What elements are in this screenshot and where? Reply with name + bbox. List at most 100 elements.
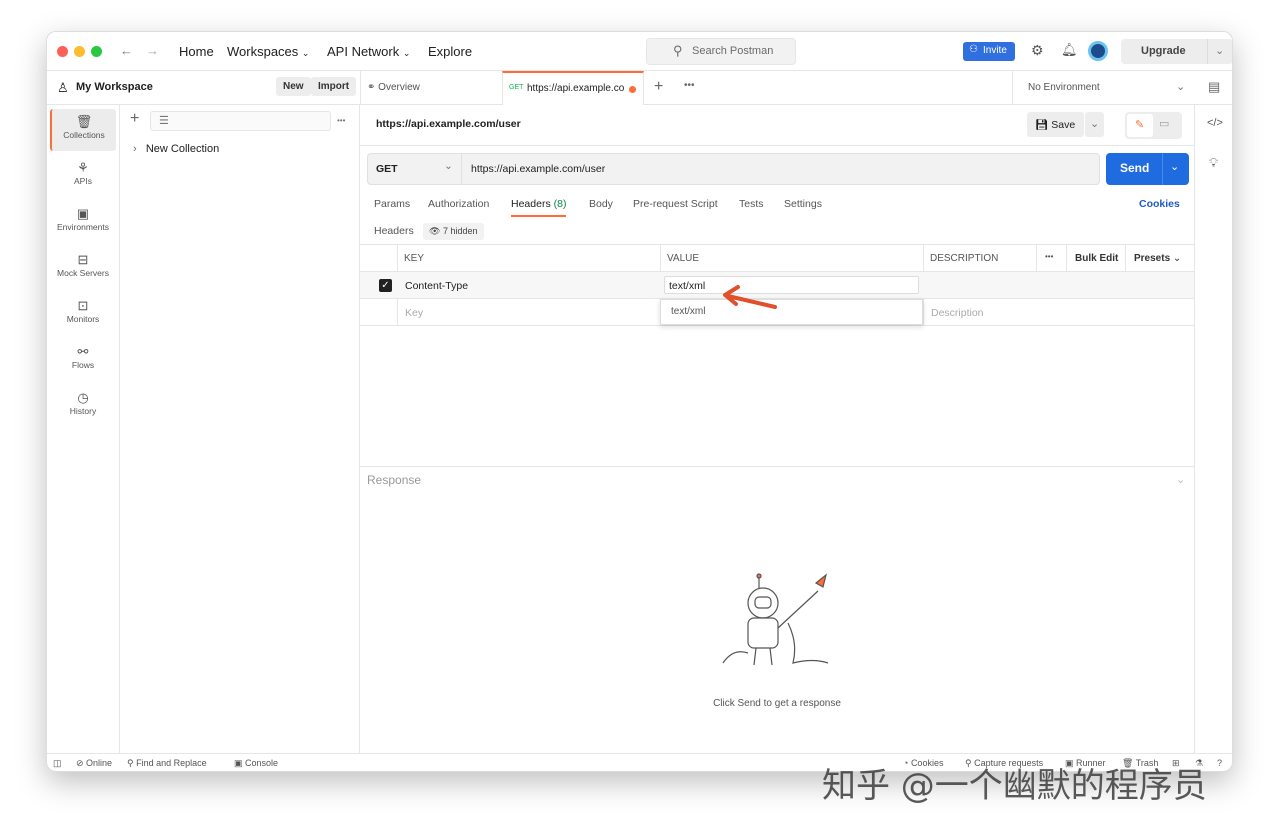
headers-count-badge: (8) — [553, 198, 567, 210]
gear-icon[interactable]: ⚙ — [1031, 42, 1044, 59]
invite-button[interactable]: ⚇ Invite — [963, 42, 1015, 61]
header-value-input[interactable]: text/xml — [664, 276, 919, 294]
sidebar-item-mock-servers[interactable]: ⊟ Mock Servers — [50, 247, 116, 289]
history-icon: ◷ — [77, 390, 89, 405]
response-hint: Click Send to get a response — [713, 698, 841, 709]
save-dropdown-chevron-icon[interactable]: ⌄ — [1085, 112, 1104, 137]
request-title[interactable]: https://api.example.com/user — [376, 118, 521, 130]
presets-dropdown[interactable]: Presets ⌄ — [1134, 253, 1181, 264]
key-input[interactable]: Key — [405, 307, 423, 319]
help-icon[interactable]: ? — [1217, 758, 1222, 768]
environment-icon: ▣ — [76, 206, 90, 221]
sidebar-item-label: Flows — [71, 360, 95, 370]
apis-icon: ⚘ — [77, 160, 89, 175]
toggle-sidebar-icon[interactable]: ◫ — [53, 758, 62, 769]
nav-workspaces-label: Workspaces — [227, 44, 299, 59]
url-input[interactable]: https://api.example.com/user — [471, 163, 605, 175]
sidebar-item-monitors[interactable]: ⊡ Monitors — [50, 293, 116, 335]
nav-workspaces[interactable]: Workspaces ⌄ — [227, 44, 309, 59]
annotation-arrow-icon — [723, 285, 777, 309]
collection-item[interactable]: › New Collection — [133, 143, 219, 155]
hidden-headers-toggle[interactable]: 👁︎ 7 hidden — [423, 223, 484, 240]
pencil-icon[interactable]: ✎ — [1127, 114, 1153, 137]
workspace-name[interactable]: My Workspace — [76, 81, 153, 93]
maximize-window-button[interactable] — [91, 46, 102, 57]
sidebar-item-label: APIs — [74, 176, 92, 186]
tab-overview-label: Overview — [378, 82, 420, 93]
console-button[interactable]: ▣ Console — [234, 758, 278, 769]
environment-quicklook-icon[interactable]: ▤ — [1208, 79, 1220, 95]
tab-request[interactable]: GET https://api.example.cor — [502, 71, 644, 105]
save-button[interactable]: 💾︎ Save — [1027, 112, 1084, 137]
flows-icon: ⚯ — [77, 344, 89, 359]
nav-explore[interactable]: Explore — [428, 44, 472, 59]
send-label: Send — [1120, 161, 1150, 175]
send-button[interactable]: Send ⌄ — [1106, 153, 1189, 185]
avatar[interactable] — [1088, 41, 1108, 61]
chevron-down-icon[interactable]: ⌄ — [1176, 80, 1185, 93]
tab-headers[interactable]: Headers (8) — [511, 198, 567, 217]
bell-icon[interactable]: 🔔︎ — [1061, 42, 1078, 58]
import-button[interactable]: Import — [311, 77, 357, 96]
minimize-window-button[interactable] — [74, 46, 85, 57]
chevron-down-icon[interactable]: ⌄ — [1215, 44, 1224, 57]
environment-select[interactable]: No Environment — [1028, 82, 1100, 93]
sidebar-item-flows[interactable]: ⚯ Flows — [50, 339, 116, 381]
nav-api-network[interactable]: API Network ⌄ — [327, 44, 410, 59]
chevron-down-icon: ⌄ — [1172, 253, 1182, 264]
overview-icon: ⚭ — [367, 82, 376, 93]
sidebar-item-collections[interactable]: 🗑︎ Collections — [50, 109, 116, 151]
response-label[interactable]: Response — [367, 473, 421, 487]
sidebar-item-label: Environments — [57, 222, 109, 232]
collections-panel: + ☰ ••• › New Collection — [120, 105, 360, 753]
autocomplete-option[interactable]: text/xml — [671, 306, 705, 317]
search-icon: ⚲ — [673, 43, 683, 58]
method-select[interactable]: GET ⌄ — [368, 154, 462, 184]
astronaut-illustration-icon — [722, 573, 829, 666]
tab-overview[interactable]: ⚭ Overview — [367, 82, 420, 93]
lightbulb-icon[interactable]: 💡︎ — [1209, 155, 1218, 171]
tab-pre-request-script[interactable]: Pre-request Script — [633, 198, 718, 210]
code-icon[interactable]: </> — [1207, 117, 1223, 129]
save-icon: 💾︎ — [1035, 119, 1049, 131]
nav-home[interactable]: Home — [179, 44, 214, 59]
more-options-icon[interactable]: ••• — [337, 116, 345, 125]
collection-filter-input[interactable]: ☰ — [150, 111, 331, 131]
add-collection-plus-icon[interactable]: + — [130, 110, 139, 128]
tab-authorization[interactable]: Authorization — [428, 198, 489, 210]
find-and-replace-button[interactable]: ⚲ Find and Replace — [127, 758, 207, 769]
search-input[interactable]: ⚲ Search Postman — [646, 38, 796, 65]
sidebar-item-label: Monitors — [66, 314, 100, 324]
hidden-count: 7 hidden — [442, 226, 478, 236]
bulk-edit-button[interactable]: Bulk Edit — [1075, 253, 1118, 264]
sidebar-item-history[interactable]: ◷ History — [50, 385, 116, 427]
upgrade-button[interactable]: Upgrade ⌄ — [1121, 39, 1232, 64]
description-input[interactable]: Description — [931, 307, 984, 319]
monitor-icon: ⊡ — [77, 298, 89, 313]
tab-tests[interactable]: Tests — [739, 198, 764, 210]
more-tabs-icon[interactable]: ••• — [684, 80, 695, 91]
mode-toggle: ✎ ▭ — [1125, 112, 1182, 139]
header-key-input[interactable]: Content-Type — [405, 280, 468, 292]
sidebar-item-apis[interactable]: ⚘ APIs — [50, 155, 116, 197]
chevron-down-icon[interactable]: ⌄ — [1170, 160, 1179, 173]
sidebar-item-environments[interactable]: ▣ Environments — [50, 201, 116, 243]
find-replace-label: Find and Replace — [136, 758, 207, 768]
tab-settings[interactable]: Settings — [784, 198, 822, 210]
tab-body[interactable]: Body — [589, 198, 613, 210]
cookies-link[interactable]: Cookies — [1139, 198, 1180, 210]
tab-params[interactable]: Params — [374, 198, 410, 210]
online-status[interactable]: ⊘ Online — [76, 758, 112, 769]
forward-arrow-icon[interactable]: → — [146, 43, 159, 58]
close-window-button[interactable] — [57, 46, 68, 57]
row-enabled-checkbox[interactable]: ✓ — [379, 279, 392, 292]
new-tab-plus-icon[interactable]: + — [654, 78, 663, 96]
new-button[interactable]: New — [276, 77, 311, 96]
more-options-icon[interactable]: ••• — [1045, 252, 1053, 261]
tab-headers-label: Headers — [511, 198, 551, 210]
nav-api-network-label: API Network — [327, 44, 400, 59]
chevron-down-icon[interactable]: ⌄ — [1176, 473, 1185, 486]
back-arrow-icon[interactable]: ← — [120, 43, 133, 58]
comment-icon[interactable]: ▭ — [1159, 117, 1169, 130]
chevron-down-icon: ⌄ — [301, 48, 310, 58]
